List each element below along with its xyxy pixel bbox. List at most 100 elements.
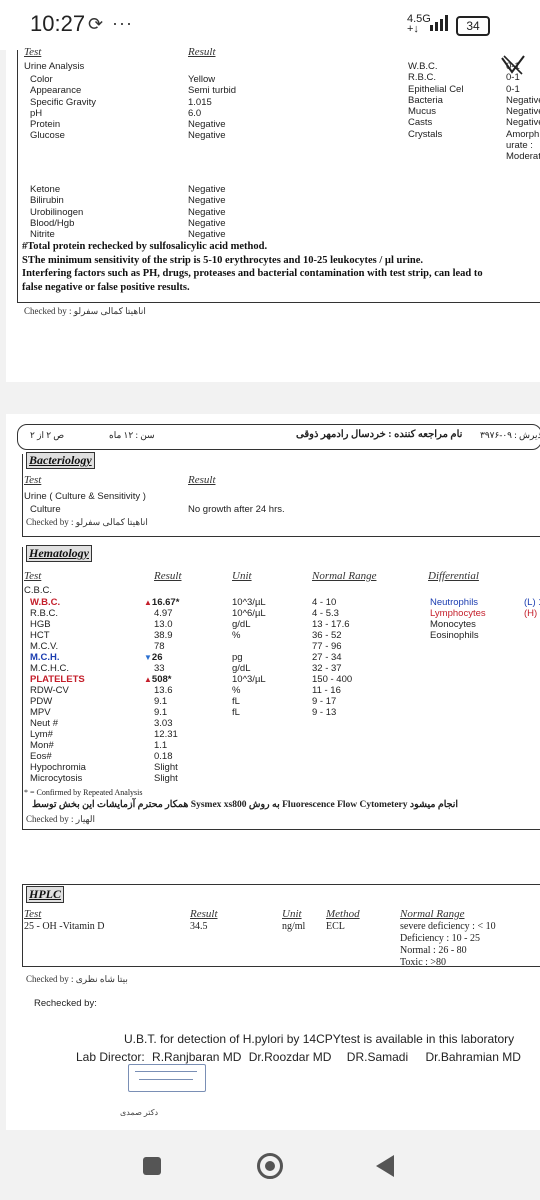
test-name: M.C.V. (30, 641, 59, 652)
test-unit: 10^3/µL (232, 674, 266, 685)
signal-icon (430, 15, 448, 31)
urine-left-names: Color Appearance Specific Gravity pH Pro… (30, 74, 96, 142)
home-icon[interactable] (257, 1153, 283, 1179)
test-name: R.B.C. (30, 608, 58, 619)
director-name: R.Ranjbaran MD (152, 1050, 242, 1064)
test-value: Negative (188, 184, 226, 195)
test-name: Mon# (30, 740, 54, 751)
cbc-ranges: 4 - 10 4 - 5.3 13 - 17.6 36 - 52 77 - 96… (312, 597, 352, 718)
test-name: HCT (30, 630, 50, 641)
divider (22, 829, 540, 830)
test-name: Mucus (408, 106, 436, 118)
test-name: Nitrite (30, 229, 55, 241)
test-value: 0-1 (506, 83, 520, 95)
hematology-title: Hematology (26, 545, 92, 562)
patient-name: نام مراجعه کننده : خردسال رادمهر ذوقی (296, 429, 463, 440)
test-value: Semi turbid (188, 85, 237, 97)
differential-values: (L) 1 (H) 6 (524, 597, 540, 619)
urine-lower-names: Ketone Bilirubin Urobilinogen Blood/Hgb … (30, 184, 83, 240)
checked-by: Checked by : اناهیتا کمالی سفرلو (26, 517, 148, 527)
test-range: 11 - 16 (312, 685, 341, 696)
test-name: Lym# (30, 729, 53, 740)
test-value: 6.0 (188, 107, 202, 119)
differential-value: (L) 1 (524, 597, 540, 608)
bacteriology-test: Urine ( Culture & Sensitivity ) (24, 491, 146, 502)
cbc-group: C.B.C. (24, 585, 52, 596)
test-name: Specific Gravity (30, 96, 96, 108)
test-name: Appearance (30, 85, 82, 97)
divider (22, 536, 540, 537)
high-flag-icon: ▲ (144, 598, 152, 607)
hplc-result: 34.5 (190, 921, 208, 932)
test-name: Urobilinogen (30, 206, 84, 218)
range-line: Deficiency : 10 - 25 (400, 933, 480, 944)
test-value: Negative (188, 206, 226, 218)
signature: دکتر صمدی (120, 1108, 159, 1117)
col-test-header: Test (24, 570, 42, 582)
director-name: Dr.Roozdar MD (248, 1050, 332, 1064)
note-line: Interfering factors such as PH, drugs, p… (22, 268, 483, 279)
test-result: 9.1 (154, 707, 168, 718)
notes: #Total protein rechecked by sulfosalicyl… (22, 240, 483, 294)
more-notifications-icon: ··· (112, 13, 133, 33)
test-range: 9 - 13 (312, 707, 337, 718)
test-name: RDW-CV (30, 685, 69, 696)
culture-name: Culture (30, 504, 61, 515)
col-result-header: Result (188, 46, 216, 58)
test-name: Color (30, 74, 53, 85)
test-name: PDW (30, 696, 53, 707)
test-range: 32 - 37 (312, 663, 342, 674)
clock: 10:27 (30, 11, 86, 36)
hplc-test: 25 - OH -Vitamin D (24, 921, 105, 932)
test-unit: pg (232, 652, 243, 663)
lab-stamp (128, 1064, 206, 1092)
test-name: R.B.C. (408, 72, 436, 84)
rechecked-by: Rechecked by: (34, 998, 97, 1009)
test-range: 9 - 17 (312, 696, 337, 707)
test-result: 33 (154, 663, 165, 674)
checked-by: Checked by : الهیار (26, 814, 95, 824)
test-name: Hypochromia (30, 762, 86, 773)
test-value: Negative (188, 195, 226, 207)
test-name: Casts (408, 117, 433, 129)
checked-by: Checked by : بیتا شاه نظری (26, 974, 128, 984)
test-name: Epithelial Cel (408, 83, 464, 95)
test-value: Negative (188, 130, 226, 142)
test-result: 1.1 (154, 740, 168, 751)
test-name: pH (30, 107, 43, 119)
test-name: Blood/Hgb (30, 217, 75, 229)
test-result: 12.31 (154, 729, 178, 740)
urine-right-names: W.B.C. R.B.C. Epithelial Cel Bacteria Mu… (408, 61, 463, 140)
test-range: 13 - 17.6 (312, 619, 350, 630)
status-bar: 10:27 ⟳ ··· 4.5G +↓ 34 (0, 0, 540, 50)
test-name: Bilirubin (30, 195, 64, 207)
test-result: Slight (154, 773, 178, 784)
divider (17, 302, 540, 303)
back-icon[interactable] (376, 1155, 394, 1177)
hplc-title: HPLC (26, 886, 64, 903)
test-value: Negative (188, 217, 226, 229)
recent-apps-icon[interactable] (143, 1157, 161, 1175)
test-unit: g/dL (232, 619, 251, 630)
test-result: 13.0 (154, 619, 173, 630)
differential-name: Lymphocytes (430, 608, 486, 619)
divider (22, 884, 540, 885)
ubt-note: U.B.T. for detection of H.pylori by 14CP… (124, 1032, 515, 1046)
test-name: MPV (30, 707, 51, 718)
cbc-units: 10^3/µL 10^6/µL g/dL % pg g/dL 10^3/µL %… (232, 597, 266, 718)
test-value: Amorph (506, 128, 540, 140)
col-unit-header: Unit (232, 570, 252, 582)
col-result-header: Result (154, 570, 182, 582)
differential-names: Neutrophils Lymphocytes Monocytes Eosino… (430, 597, 486, 641)
divider (17, 50, 18, 302)
test-unit (232, 641, 266, 652)
battery-icon: 34 (456, 16, 490, 36)
test-unit: % (232, 630, 241, 641)
test-name: M.C.H.C. (30, 663, 70, 674)
hplc-unit: ng/ml (282, 921, 306, 932)
test-result: 78 (154, 641, 165, 652)
divider (22, 884, 23, 966)
test-name: W.B.C. (30, 597, 61, 608)
differential-value: (H) 6 (524, 608, 540, 619)
test-result: 0.18 (154, 751, 173, 762)
